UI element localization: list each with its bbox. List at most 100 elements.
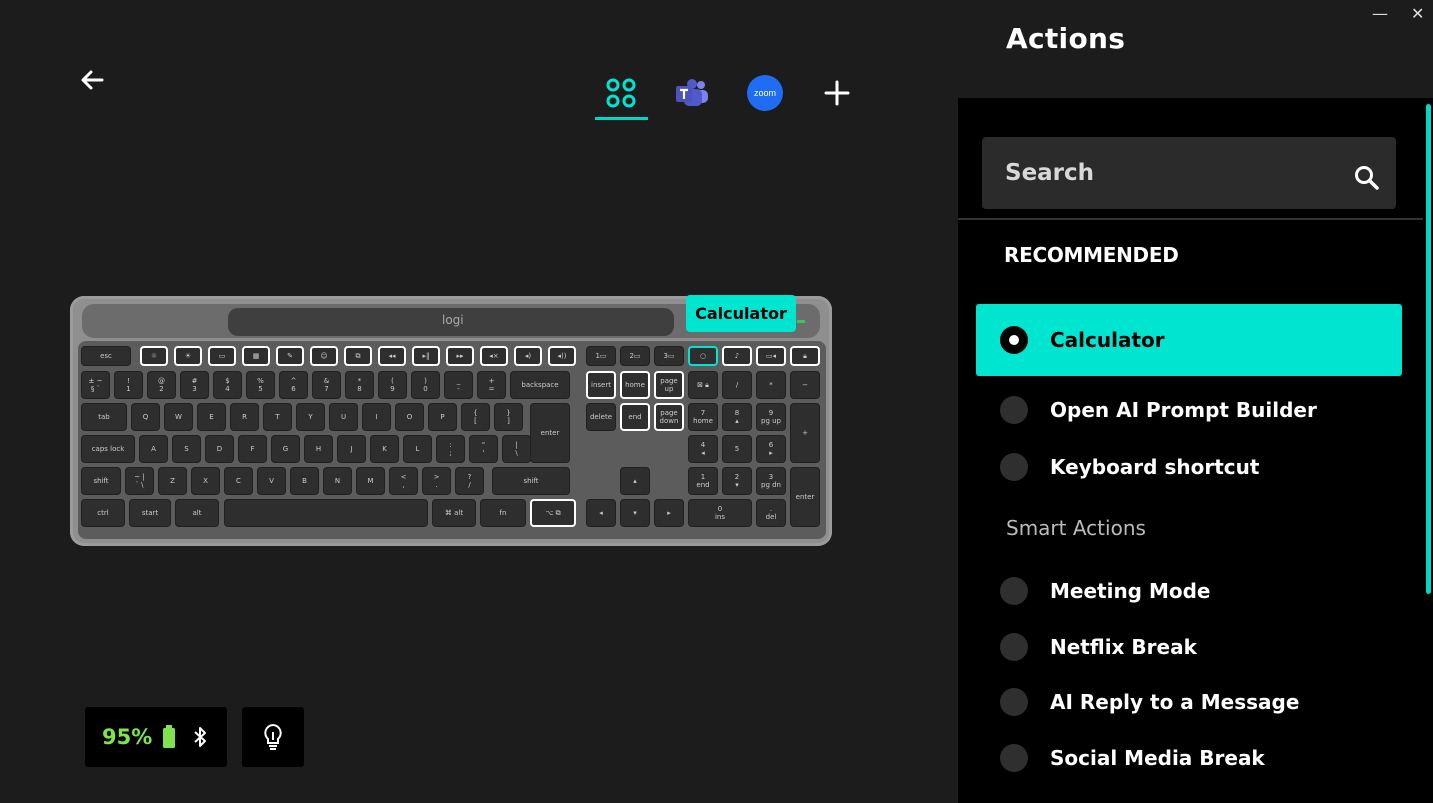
radio[interactable] xyxy=(1000,396,1028,424)
key-f4[interactable]: ▦ xyxy=(242,346,270,366)
key-j[interactable]: J xyxy=(337,435,366,463)
key-r[interactable]: R xyxy=(230,403,259,431)
key-p[interactable]: P xyxy=(428,403,457,431)
key-pageup[interactable]: page up xyxy=(654,371,684,399)
key-f6[interactable]: ☺ xyxy=(310,346,338,366)
key-d[interactable]: D xyxy=(205,435,234,463)
key-u[interactable]: U xyxy=(329,403,358,431)
key-num-1[interactable]: 1 end xyxy=(688,467,718,495)
key-pipe[interactable]: ~ | ` \ xyxy=(125,467,154,495)
key-easyswitch-2[interactable]: 2▭ xyxy=(620,346,650,366)
key-f7[interactable]: ⧉ xyxy=(344,346,372,366)
key-arrow-down[interactable]: ▾ xyxy=(620,499,650,527)
key-f[interactable]: F xyxy=(238,435,267,463)
key-equals[interactable]: + = xyxy=(477,371,506,399)
key-numlock[interactable]: ⊠ 🔒︎ xyxy=(688,371,718,399)
key-n[interactable]: N xyxy=(323,467,352,495)
action-keyboard-shortcut[interactable]: Keyboard shortcut xyxy=(976,441,1402,493)
key-shift-right[interactable]: shift xyxy=(492,467,570,495)
key-num-7[interactable]: 7 home xyxy=(688,403,718,431)
key-num-2[interactable]: 2 ▾ xyxy=(722,467,752,495)
key-f12[interactable]: ◂) xyxy=(514,346,542,366)
key-end[interactable]: end xyxy=(620,403,650,431)
key-f1[interactable]: ☼ xyxy=(140,346,168,366)
key-camera[interactable]: ▭◂ xyxy=(756,346,786,366)
action-meeting-mode[interactable]: Meeting Mode xyxy=(976,565,1402,617)
key-s[interactable]: S xyxy=(172,435,201,463)
key-section[interactable]: ± ~ § ` xyxy=(81,371,110,399)
key-lock[interactable]: 🔒︎ xyxy=(790,346,820,366)
key-home[interactable]: home xyxy=(620,371,650,399)
key-quote[interactable]: " ' xyxy=(469,435,498,463)
scrollbar[interactable] xyxy=(1423,98,1433,803)
key-9[interactable]: (9 xyxy=(378,371,407,399)
lighting-button[interactable] xyxy=(242,707,304,767)
key-calculator[interactable]: ○ xyxy=(688,346,718,366)
key-ctrl[interactable]: ctrl xyxy=(81,499,125,527)
key-num-dot[interactable]: . del xyxy=(756,499,786,527)
radio[interactable] xyxy=(1000,633,1028,661)
key-e[interactable]: E xyxy=(197,403,226,431)
action-ai-reply[interactable]: AI Reply to a Message xyxy=(976,676,1402,728)
key-4[interactable]: $4 xyxy=(213,371,242,399)
key-3[interactable]: #3 xyxy=(180,371,209,399)
key-f2[interactable]: ☀ xyxy=(174,346,202,366)
key-b[interactable]: B xyxy=(290,467,319,495)
key-6[interactable]: ^ 6 xyxy=(279,371,308,399)
action-social-media-break[interactable]: Social Media Break xyxy=(976,732,1402,784)
key-l[interactable]: L xyxy=(403,435,432,463)
key-c[interactable]: C xyxy=(224,467,253,495)
key-esc[interactable]: esc xyxy=(81,346,131,366)
key-num-star[interactable]: * xyxy=(756,371,786,399)
key-num-plus[interactable]: + xyxy=(790,403,820,463)
radio[interactable] xyxy=(1000,744,1028,772)
key-a[interactable]: A xyxy=(139,435,168,463)
key-period[interactable]: >. xyxy=(422,467,451,495)
radio[interactable] xyxy=(1000,688,1028,716)
key-easyswitch-1[interactable]: 1▭ xyxy=(586,346,616,366)
key-enter[interactable]: enter xyxy=(530,403,570,463)
key-1[interactable]: ! 1 xyxy=(114,371,143,399)
action-open-ai-prompt-builder[interactable]: Open AI Prompt Builder xyxy=(976,384,1402,436)
key-arrow-left[interactable]: ◂ xyxy=(586,499,616,527)
key-comma[interactable]: <, xyxy=(389,467,418,495)
profile-all-apps[interactable] xyxy=(595,66,648,120)
key-5[interactable]: % 5 xyxy=(246,371,275,399)
key-fn[interactable]: fn xyxy=(480,499,526,527)
key-w[interactable]: W xyxy=(164,403,193,431)
key-bracket-right[interactable]: }] xyxy=(494,403,523,431)
key-mic[interactable]: ♪ xyxy=(722,346,752,366)
key-opt-screenshot[interactable]: ⌥ ⧉ xyxy=(530,499,576,527)
key-backslash[interactable]: | \ xyxy=(502,435,531,463)
key-y[interactable]: Y xyxy=(296,403,325,431)
key-h[interactable]: H xyxy=(304,435,333,463)
key-num-enter[interactable]: enter xyxy=(790,467,820,527)
search-input[interactable] xyxy=(982,137,1342,209)
key-bracket-left[interactable]: {[ xyxy=(461,403,490,431)
key-g[interactable]: G xyxy=(271,435,300,463)
key-semicolon[interactable]: :; xyxy=(436,435,465,463)
key-7[interactable]: & 7 xyxy=(312,371,341,399)
key-backspace[interactable]: backspace xyxy=(510,371,570,399)
key-f10[interactable]: ▸▸ xyxy=(446,346,474,366)
key-alt-left[interactable]: alt xyxy=(175,499,219,527)
key-minus[interactable]: _ - xyxy=(444,371,473,399)
key-f3[interactable]: ▭ xyxy=(208,346,236,366)
key-k[interactable]: K xyxy=(370,435,399,463)
action-calculator[interactable]: Calculator xyxy=(976,304,1402,376)
key-2[interactable]: @2 xyxy=(147,371,176,399)
key-i[interactable]: I xyxy=(362,403,391,431)
key-v[interactable]: V xyxy=(257,467,286,495)
key-num-0[interactable]: 0 ins xyxy=(688,499,752,527)
key-num-minus[interactable]: − xyxy=(790,371,820,399)
key-delete[interactable]: delete xyxy=(586,403,616,431)
radio[interactable] xyxy=(1000,577,1028,605)
key-f11[interactable]: ◂× xyxy=(480,346,508,366)
radio-selected[interactable] xyxy=(1000,326,1028,354)
key-alt-right[interactable]: ⌘ alt xyxy=(432,499,476,527)
key-space[interactable] xyxy=(224,499,428,527)
key-shift-left[interactable]: shift xyxy=(81,467,121,495)
key-tab[interactable]: tab xyxy=(81,403,127,431)
key-num-8[interactable]: 8 ▴ xyxy=(722,403,752,431)
profile-teams[interactable] xyxy=(666,66,718,120)
